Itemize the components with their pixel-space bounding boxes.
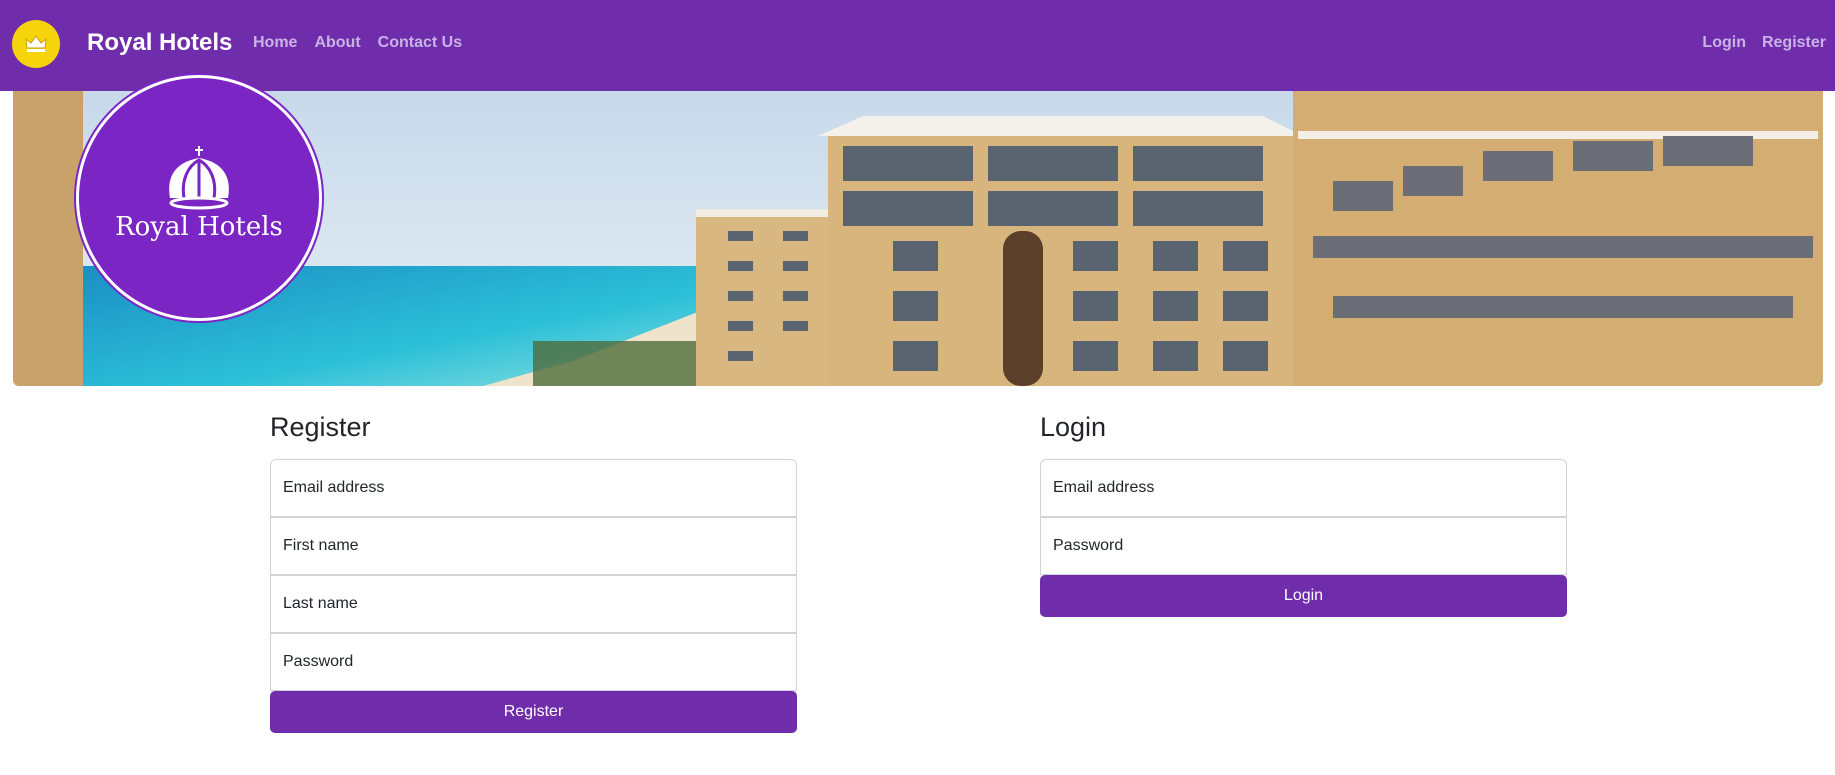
nav-link-home[interactable]: Home bbox=[253, 34, 297, 52]
login-title: Login bbox=[1040, 412, 1107, 442]
crown-icon bbox=[169, 146, 229, 210]
register-last-name-field[interactable]: Last name bbox=[270, 575, 797, 633]
crown-logo-icon[interactable] bbox=[12, 20, 60, 68]
nav-link-register[interactable]: Register bbox=[1762, 34, 1826, 52]
register-button[interactable]: Register bbox=[270, 691, 797, 733]
emblem-title: Royal Hotels bbox=[115, 212, 283, 242]
login-email-field[interactable]: Email address bbox=[1040, 459, 1567, 517]
nav-link-contact[interactable]: Contact Us bbox=[378, 34, 462, 52]
register-password-field[interactable]: Password bbox=[270, 633, 797, 691]
nav-links-right: Login Register bbox=[1686, 34, 1826, 52]
login-password-field[interactable]: Password bbox=[1040, 517, 1567, 575]
brand-title[interactable]: Royal Hotels bbox=[87, 29, 232, 57]
nav-link-about[interactable]: About bbox=[314, 34, 360, 52]
login-button[interactable]: Login bbox=[1040, 575, 1567, 617]
nav-link-login[interactable]: Login bbox=[1702, 34, 1746, 52]
register-first-name-field[interactable]: First name bbox=[270, 517, 797, 575]
navbar: Royal Hotels Home About Contact Us Login… bbox=[0, 0, 1835, 91]
nav-links-left: Home About Contact Us bbox=[253, 34, 479, 52]
register-title: Register bbox=[270, 412, 371, 442]
royal-hotels-emblem: Royal Hotels bbox=[76, 75, 322, 321]
register-email-field[interactable]: Email address bbox=[270, 459, 797, 517]
